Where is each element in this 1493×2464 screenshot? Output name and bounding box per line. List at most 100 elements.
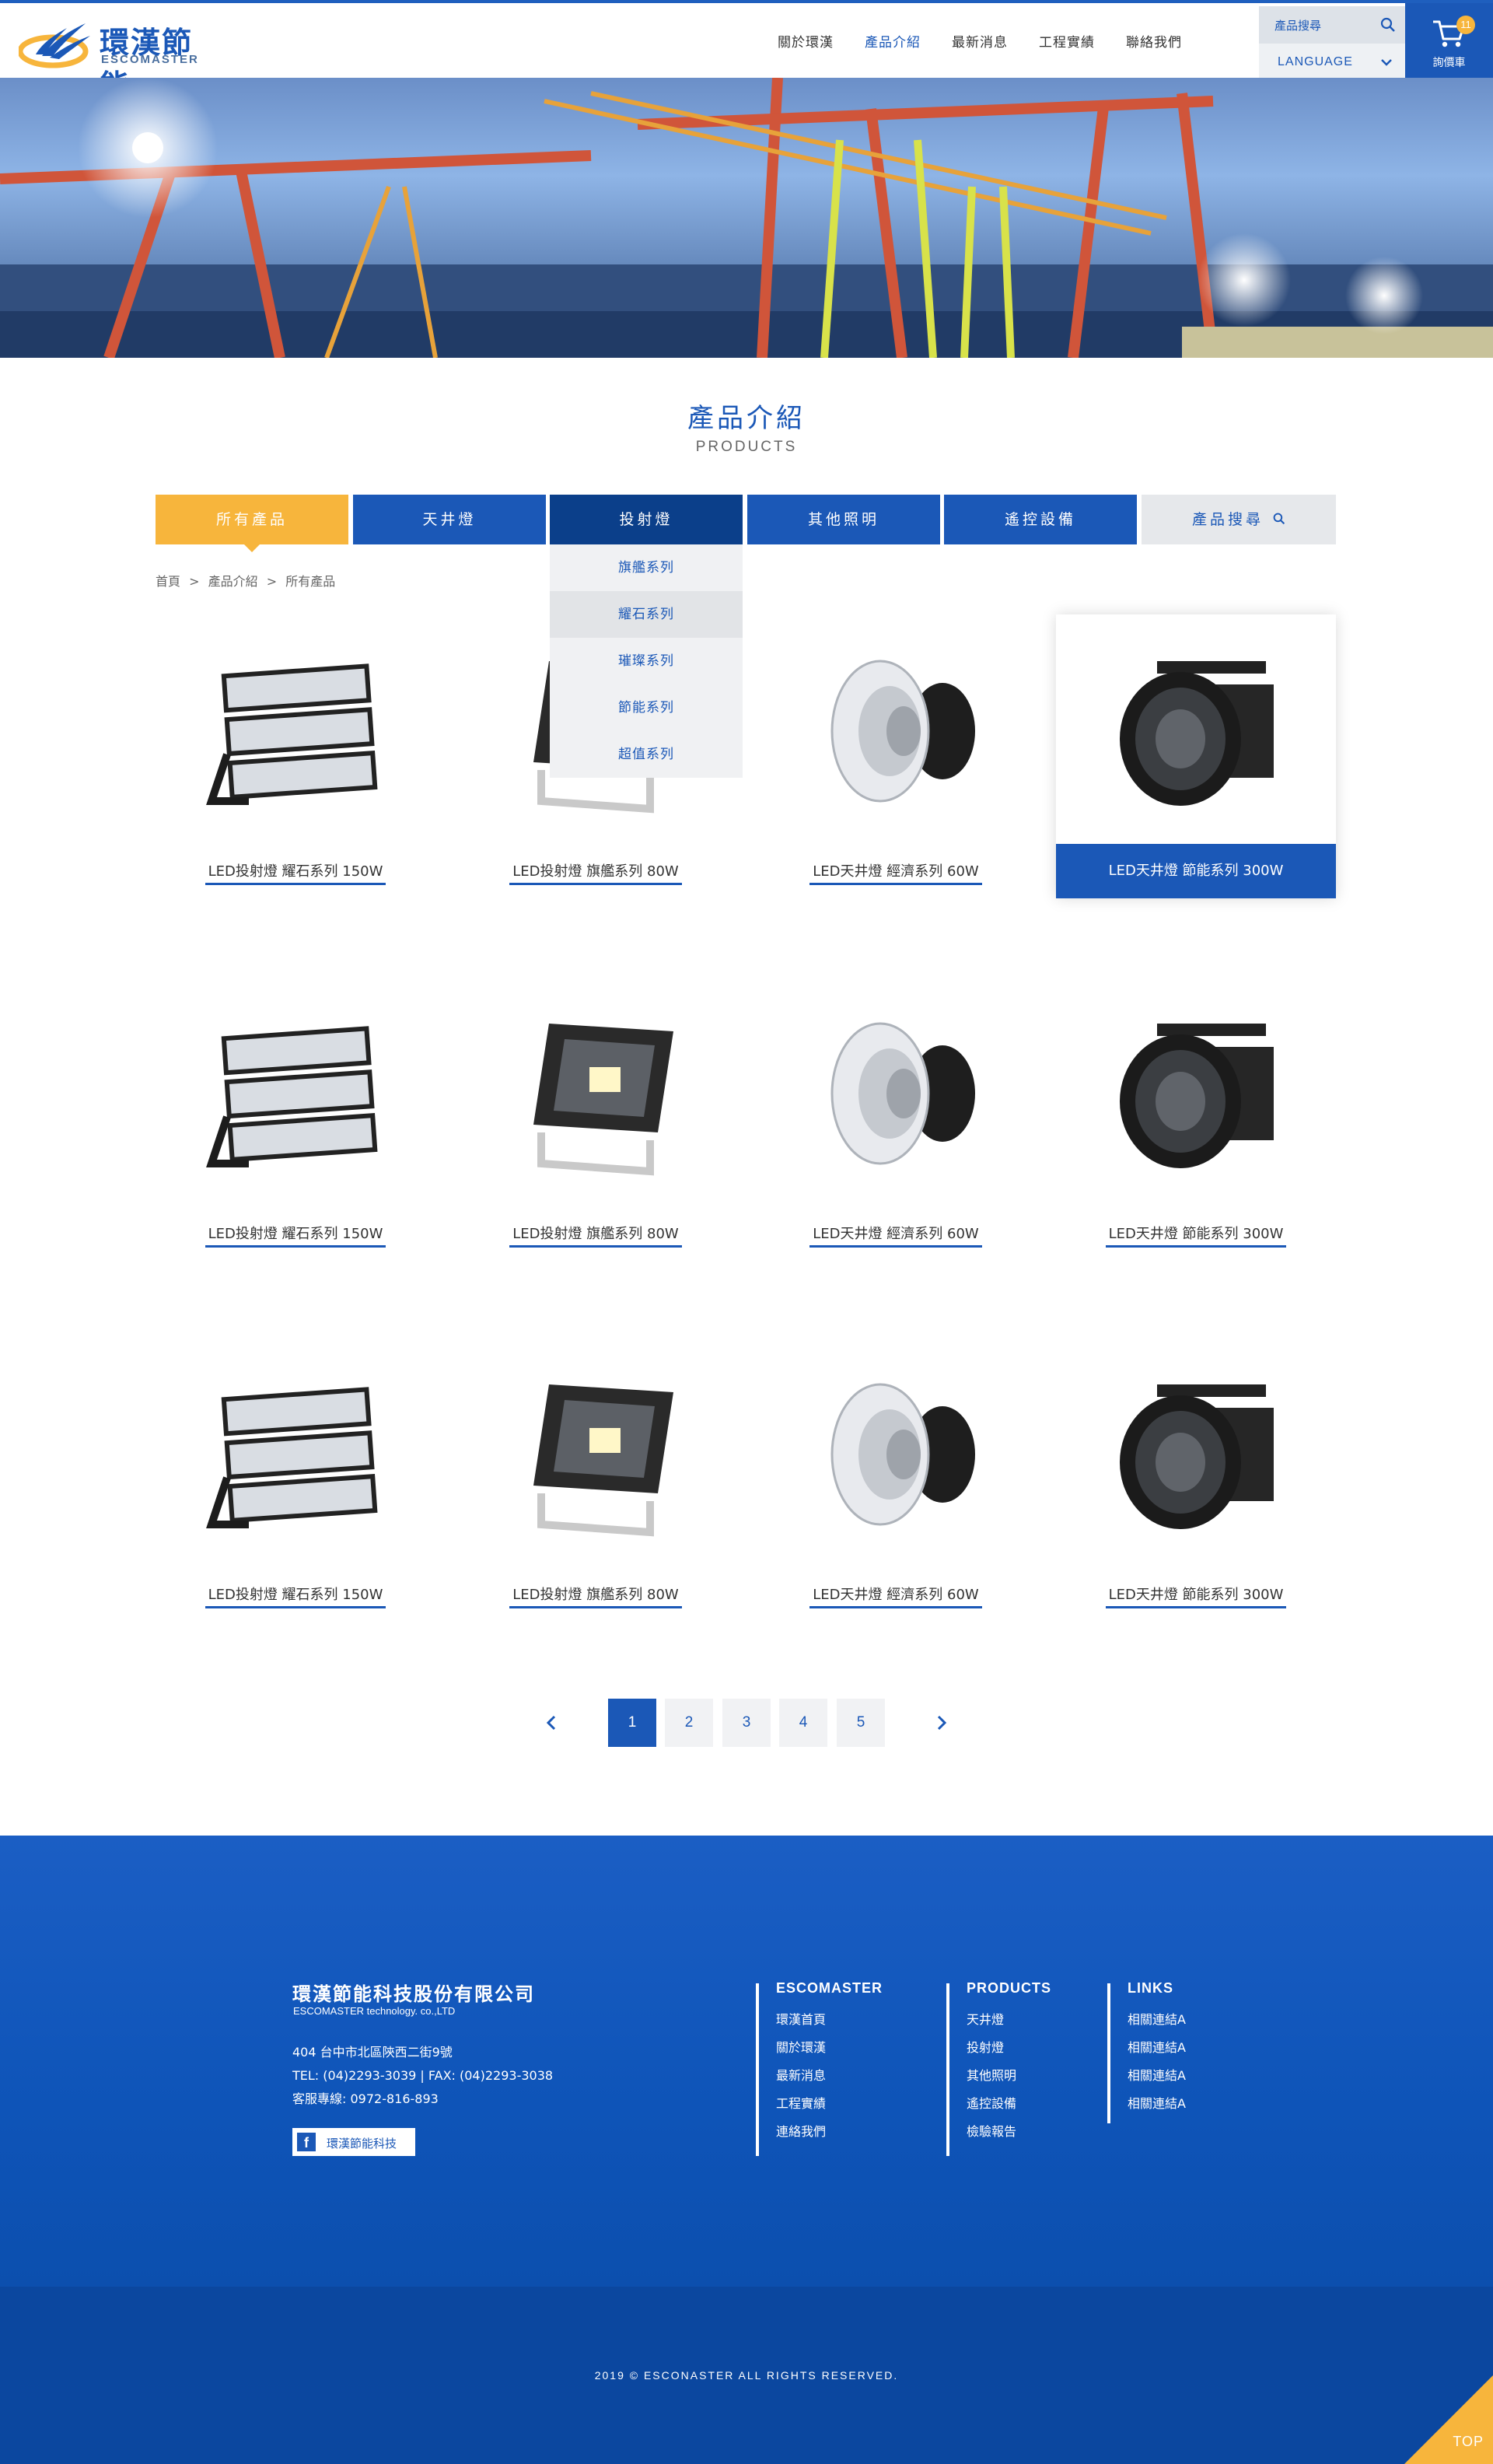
product-name[interactable]: LED天井燈 節能系列 300W bbox=[1056, 1223, 1336, 1248]
chevron-down-icon bbox=[1381, 59, 1392, 66]
product-card[interactable]: LED投射燈 旗艦系列 80W bbox=[456, 1338, 736, 1622]
breadcrumb-separator: > bbox=[266, 574, 278, 589]
product-card[interactable]: LED天井燈 節能系列 300W bbox=[1056, 977, 1336, 1261]
dropdown-item-flagship[interactable]: 旗艦系列 bbox=[550, 544, 743, 591]
product-name[interactable]: LED天井燈 經濟系列 60W bbox=[756, 1584, 1036, 1608]
page-5-button[interactable]: 5 bbox=[837, 1699, 885, 1747]
product-name[interactable]: LED天井燈 節能系列 300W bbox=[1056, 1584, 1336, 1608]
dropdown-item-energy-saving[interactable]: 節能系列 bbox=[550, 684, 743, 731]
tab-highbay[interactable]: 天井燈 bbox=[353, 495, 546, 544]
footer-link[interactable]: 相關連結A bbox=[1128, 2067, 1186, 2085]
footer-link[interactable]: 連絡我們 bbox=[776, 2123, 883, 2141]
dropdown-item-cuican[interactable]: 璀璨系列 bbox=[550, 638, 743, 684]
nav-products[interactable]: 產品介紹 bbox=[865, 31, 921, 51]
port-crane-image bbox=[0, 78, 1493, 358]
footer-column-title: LINKS bbox=[1128, 1980, 1173, 1996]
product-name[interactable]: LED天井燈 經濟系列 60W bbox=[756, 860, 1036, 885]
product-card[interactable]: LED投射燈 旗艦系列 80W bbox=[456, 977, 736, 1261]
product-name[interactable]: LED天井燈 節能系列 300W bbox=[1056, 844, 1336, 898]
site-header: 環漢節能 ESCOMASTER 關於環漢 產品介紹 最新消息 工程實績 聯絡我們… bbox=[0, 0, 1493, 103]
tab-product-search-label: 產品搜尋 bbox=[1191, 511, 1264, 528]
main-nav: 關於環漢 產品介紹 最新消息 工程實績 聯絡我們 bbox=[778, 31, 1213, 51]
tab-remote-devices[interactable]: 遙控設備 bbox=[944, 495, 1137, 544]
logo-subtext: ESCOMASTER bbox=[101, 53, 199, 66]
footer-link[interactable]: 工程實績 bbox=[776, 2095, 883, 2113]
dropdown-item-yaoshi[interactable]: 耀石系列 bbox=[550, 591, 743, 638]
footer-link[interactable]: 相關連結A bbox=[1128, 2095, 1186, 2113]
breadcrumb: 首頁 > 產品介紹 > 所有產品 bbox=[156, 571, 340, 590]
product-card[interactable]: LED投射燈 耀石系列 150W bbox=[156, 977, 435, 1261]
footer-column-title: PRODUCTS bbox=[967, 1980, 1052, 1996]
footer-link[interactable]: 關於環漢 bbox=[776, 2039, 883, 2057]
page-4-button[interactable]: 4 bbox=[779, 1699, 827, 1747]
highbay-reflector-light-icon bbox=[830, 660, 975, 803]
top-triangle-icon bbox=[1404, 2375, 1493, 2464]
search-icon[interactable] bbox=[1380, 17, 1396, 33]
breadcrumb-home[interactable]: 首頁 bbox=[156, 574, 180, 589]
product-card[interactable]: LED天井燈 經濟系列 60W bbox=[756, 614, 1036, 898]
product-card[interactable]: LED天井燈 經濟系列 60W bbox=[756, 1338, 1036, 1622]
logo[interactable]: 環漢節能 ESCOMASTER bbox=[19, 17, 221, 103]
product-name[interactable]: LED投射燈 旗艦系列 80W bbox=[456, 1223, 736, 1248]
product-name[interactable]: LED投射燈 耀石系列 150W bbox=[156, 860, 435, 885]
cart-count-badge: 11 bbox=[1456, 16, 1475, 34]
footer-link[interactable]: 投射燈 bbox=[967, 2039, 1051, 2057]
product-name[interactable]: LED投射燈 耀石系列 150W bbox=[156, 1584, 435, 1608]
page-subtitle: PRODUCTS bbox=[695, 439, 798, 455]
product-name[interactable]: LED投射燈 旗艦系列 80W bbox=[456, 1584, 736, 1608]
flood-module-light-icon bbox=[206, 1026, 378, 1167]
breadcrumb-products[interactable]: 產品介紹 bbox=[208, 574, 258, 589]
inquiry-cart-button[interactable]: 11 詢價車 bbox=[1405, 3, 1493, 81]
tab-all-products[interactable]: 所有產品 bbox=[156, 495, 348, 544]
footer-link[interactable]: 相關連結A bbox=[1128, 2011, 1186, 2029]
footer-column-links: LINKS 相關連結A 相關連結A 相關連結A 相關連結A bbox=[1107, 1980, 1186, 2123]
footer-company-name: 環漢節能科技股份有限公司 bbox=[292, 1983, 535, 2005]
back-to-top-button[interactable]: TOP bbox=[1404, 2375, 1493, 2464]
tab-floodlight[interactable]: 投射燈 bbox=[550, 495, 743, 544]
product-name[interactable]: LED投射燈 旗艦系列 80W bbox=[456, 860, 736, 885]
search-icon bbox=[1273, 513, 1285, 525]
tab-product-search[interactable]: 產品搜尋 bbox=[1142, 495, 1336, 544]
floodlight-dropdown-menu: 旗艦系列 耀石系列 璀璨系列 節能系列 超值系列 bbox=[550, 544, 743, 778]
product-card[interactable]: LED天井燈 經濟系列 60W bbox=[756, 977, 1036, 1261]
product-card[interactable]: LED天井燈 節能系列 300W bbox=[1056, 1338, 1336, 1622]
page-1-button[interactable]: 1 bbox=[608, 1699, 656, 1747]
page-2-button[interactable]: 2 bbox=[665, 1699, 713, 1747]
product-name[interactable]: LED天井燈 經濟系列 60W bbox=[756, 1223, 1036, 1248]
tab-other-lighting[interactable]: 其他照明 bbox=[747, 495, 940, 544]
category-tabs: 所有產品 天井燈 投射燈 其他照明 遙控設備 產品搜尋 bbox=[156, 495, 1336, 552]
product-card-highlighted[interactable]: LED天井燈 節能系列 300W bbox=[1056, 614, 1336, 898]
dropdown-item-value[interactable]: 超值系列 bbox=[550, 731, 743, 778]
flood-panel-light-icon bbox=[533, 1024, 673, 1176]
footer-link[interactable]: 相關連結A bbox=[1128, 2039, 1186, 2057]
page-3-button[interactable]: 3 bbox=[722, 1699, 771, 1747]
copyright-text: 2019 © ESCONASTER ALL RIGHTS RESERVED. bbox=[594, 2369, 899, 2382]
language-select[interactable]: LANGUAGE bbox=[1259, 44, 1405, 81]
footer-link[interactable]: 檢驗報告 bbox=[967, 2123, 1051, 2141]
facebook-link-label: 環漢節能科技 bbox=[327, 2137, 397, 2151]
chevron-left-icon[interactable] bbox=[540, 1711, 563, 1734]
footer-link[interactable]: 其他照明 bbox=[967, 2067, 1051, 2085]
footer-link[interactable]: 最新消息 bbox=[776, 2067, 883, 2085]
hero-banner bbox=[0, 78, 1493, 358]
top-label: TOP bbox=[1453, 2434, 1484, 2449]
nav-projects[interactable]: 工程實績 bbox=[1039, 31, 1095, 51]
footer bbox=[0, 1836, 1493, 2287]
facebook-link-button[interactable]: f 環漢節能科技 bbox=[292, 2128, 415, 2156]
nav-about[interactable]: 關於環漢 bbox=[778, 31, 834, 51]
product-card[interactable]: LED投射燈 耀石系列 150W bbox=[156, 614, 435, 898]
product-name[interactable]: LED投射燈 耀石系列 150W bbox=[156, 1223, 435, 1248]
logo-swirl-icon bbox=[19, 23, 90, 68]
chevron-right-icon[interactable] bbox=[930, 1711, 953, 1734]
cart-label: 詢價車 bbox=[1432, 57, 1466, 69]
footer-link[interactable]: 環漢首頁 bbox=[776, 2011, 883, 2029]
footer-link[interactable]: 遙控設備 bbox=[967, 2095, 1051, 2113]
footer-column-products: PRODUCTS 天井燈 投射燈 其他照明 遙控設備 檢驗報告 bbox=[946, 1980, 1052, 2156]
breadcrumb-separator: > bbox=[189, 574, 200, 589]
footer-link[interactable]: 天井燈 bbox=[967, 2011, 1051, 2029]
nav-news[interactable]: 最新消息 bbox=[952, 31, 1008, 51]
nav-contact[interactable]: 聯絡我們 bbox=[1126, 31, 1182, 51]
flood-module-light-icon bbox=[206, 663, 378, 805]
product-search-box[interactable]: 產品搜尋 bbox=[1259, 6, 1405, 44]
product-card[interactable]: LED投射燈 耀石系列 150W bbox=[156, 1338, 435, 1622]
